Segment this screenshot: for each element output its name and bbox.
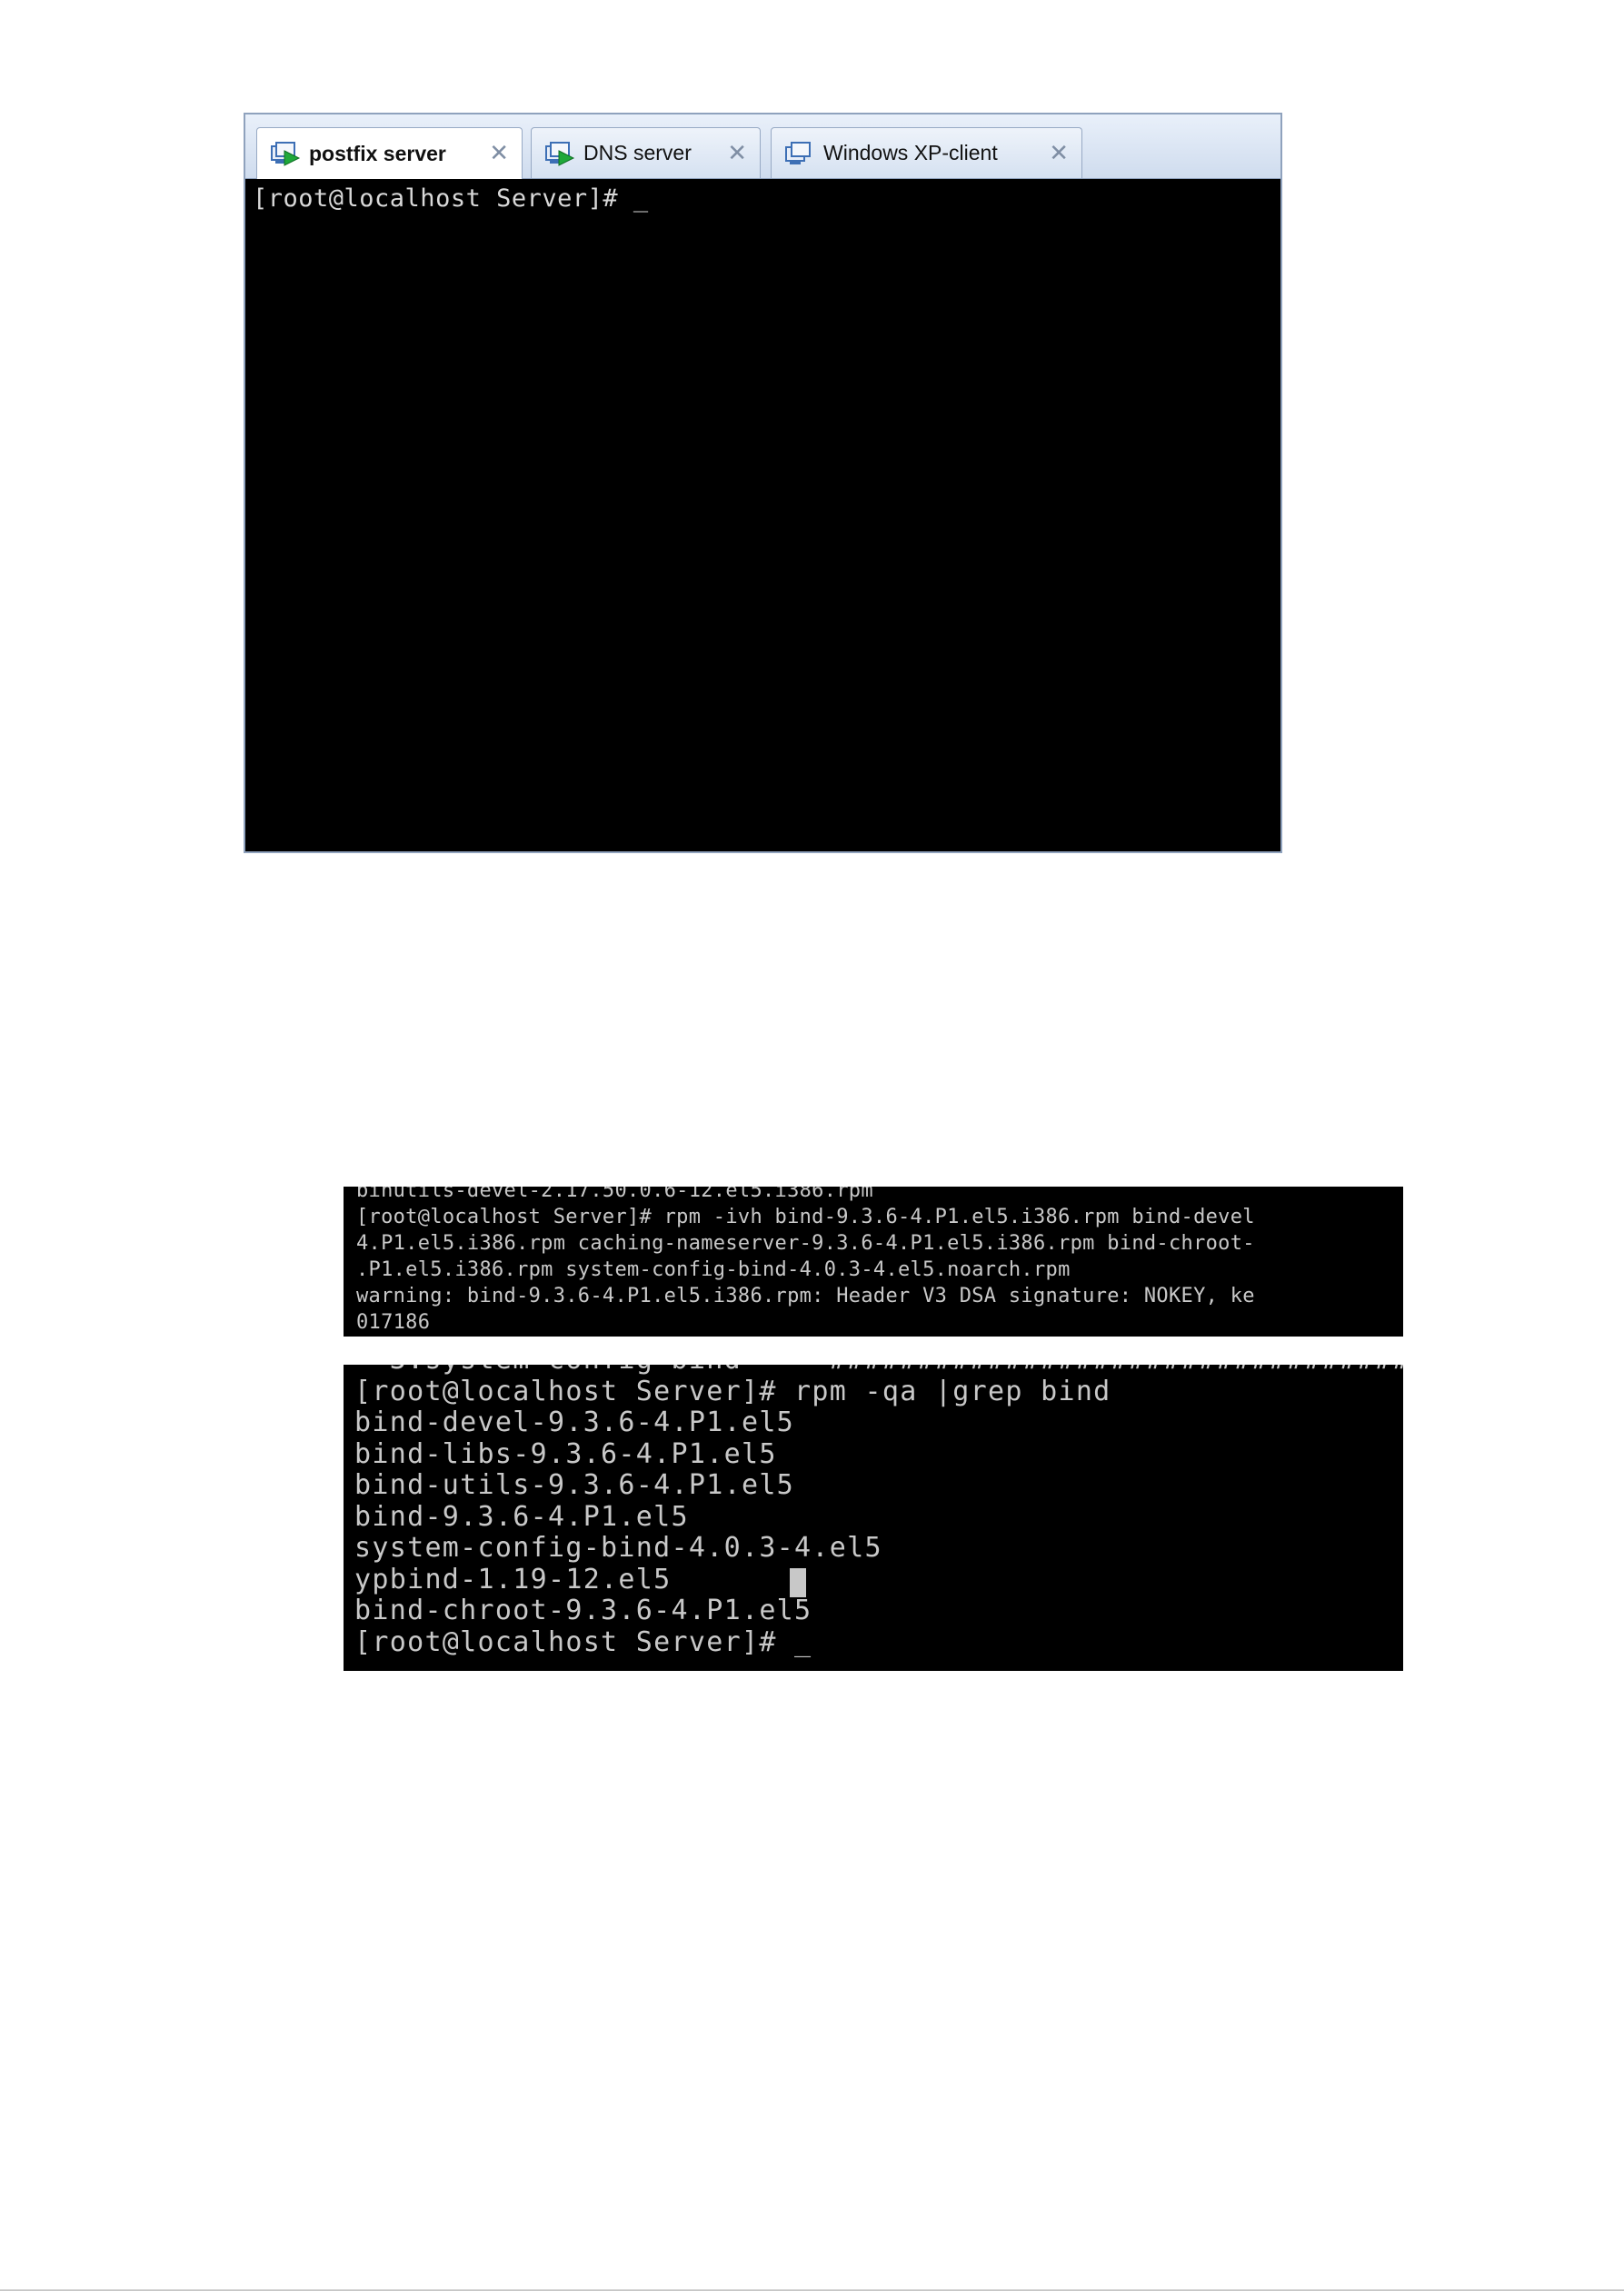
terminal-line: warning: bind-9.3.6-4.P1.el5.i386.rpm: H… <box>356 1285 1255 1307</box>
tab-close-icon[interactable]: ✕ <box>489 142 509 165</box>
vm-window: postfix server ✕ DNS server ✕ Windows XP… <box>244 113 1282 853</box>
tab-close-icon[interactable]: ✕ <box>727 142 747 165</box>
tab-label: Windows XP-client <box>823 141 998 164</box>
terminal-line: 3:system-config-bind ###################… <box>344 1365 1403 1377</box>
terminal-line: binutils-devel-2.17.50.0.6-12.el5.i386.r… <box>356 1187 873 1202</box>
terminal-line: ypbind-1.19-12.el5 <box>354 1563 672 1595</box>
vm-running-icon <box>545 141 575 166</box>
vm-tab-bar: postfix server ✕ DNS server ✕ Windows XP… <box>245 114 1280 179</box>
tab-label: postfix server <box>309 141 446 165</box>
terminal-line: bind-devel-9.3.6-4.P1.el5 <box>354 1406 795 1438</box>
text-cursor <box>790 1568 806 1597</box>
terminal-lines: binutils-devel-2.17.50.0.6-12.el5.i386.r… <box>344 1187 1255 1336</box>
tab-dns-server[interactable]: DNS server ✕ <box>531 127 761 178</box>
terminal-rpm-install: binutils-devel-2.17.50.0.6-12.el5.i386.r… <box>344 1187 1403 1337</box>
terminal-line: .P1.el5.i386.rpm system-config-bind-4.0.… <box>356 1258 1071 1281</box>
tab-postfix-server[interactable]: postfix server ✕ <box>256 127 523 179</box>
terminal-line: bind-chroot-9.3.6-4.P1.el5 <box>354 1595 812 1626</box>
tab-label: DNS server <box>583 141 692 164</box>
tab-close-icon[interactable]: ✕ <box>1049 142 1069 165</box>
terminal-line: bind-libs-9.3.6-4.P1.el5 <box>354 1437 777 1470</box>
tab-windows-xp-client[interactable]: Windows XP-client ✕ <box>771 127 1082 178</box>
vm-icon <box>785 141 811 164</box>
terminal-line: 017186 <box>356 1311 431 1334</box>
terminal-line: [root@localhost Server]# _ <box>354 1625 812 1658</box>
terminal-line: bind-9.3.6-4.P1.el5 <box>354 1500 689 1533</box>
terminal-line: [root@localhost Server]# rpm -ivh bind-9… <box>356 1206 1255 1228</box>
terminal-lines: 3:system-config-bind ###################… <box>344 1365 1403 1658</box>
terminal-line: system-config-bind-4.0.3-4.el5 <box>354 1532 882 1564</box>
terminal-line: 4.P1.el5.i386.rpm caching-nameserver-9.3… <box>356 1232 1255 1255</box>
vm-console[interactable]: [root@localhost Server]# _ <box>245 179 1280 851</box>
page-bottom-rule <box>0 2290 1624 2291</box>
terminal-line: bind-utils-9.3.6-4.P1.el5 <box>354 1469 795 1501</box>
terminal-line: [root@localhost Server]# rpm -qa |grep b… <box>354 1375 1111 1407</box>
vm-running-icon <box>271 142 301 166</box>
terminal-rpm-query: 3:system-config-bind ###################… <box>344 1365 1403 1671</box>
console-prompt: [root@localhost Server]# _ <box>253 184 649 213</box>
